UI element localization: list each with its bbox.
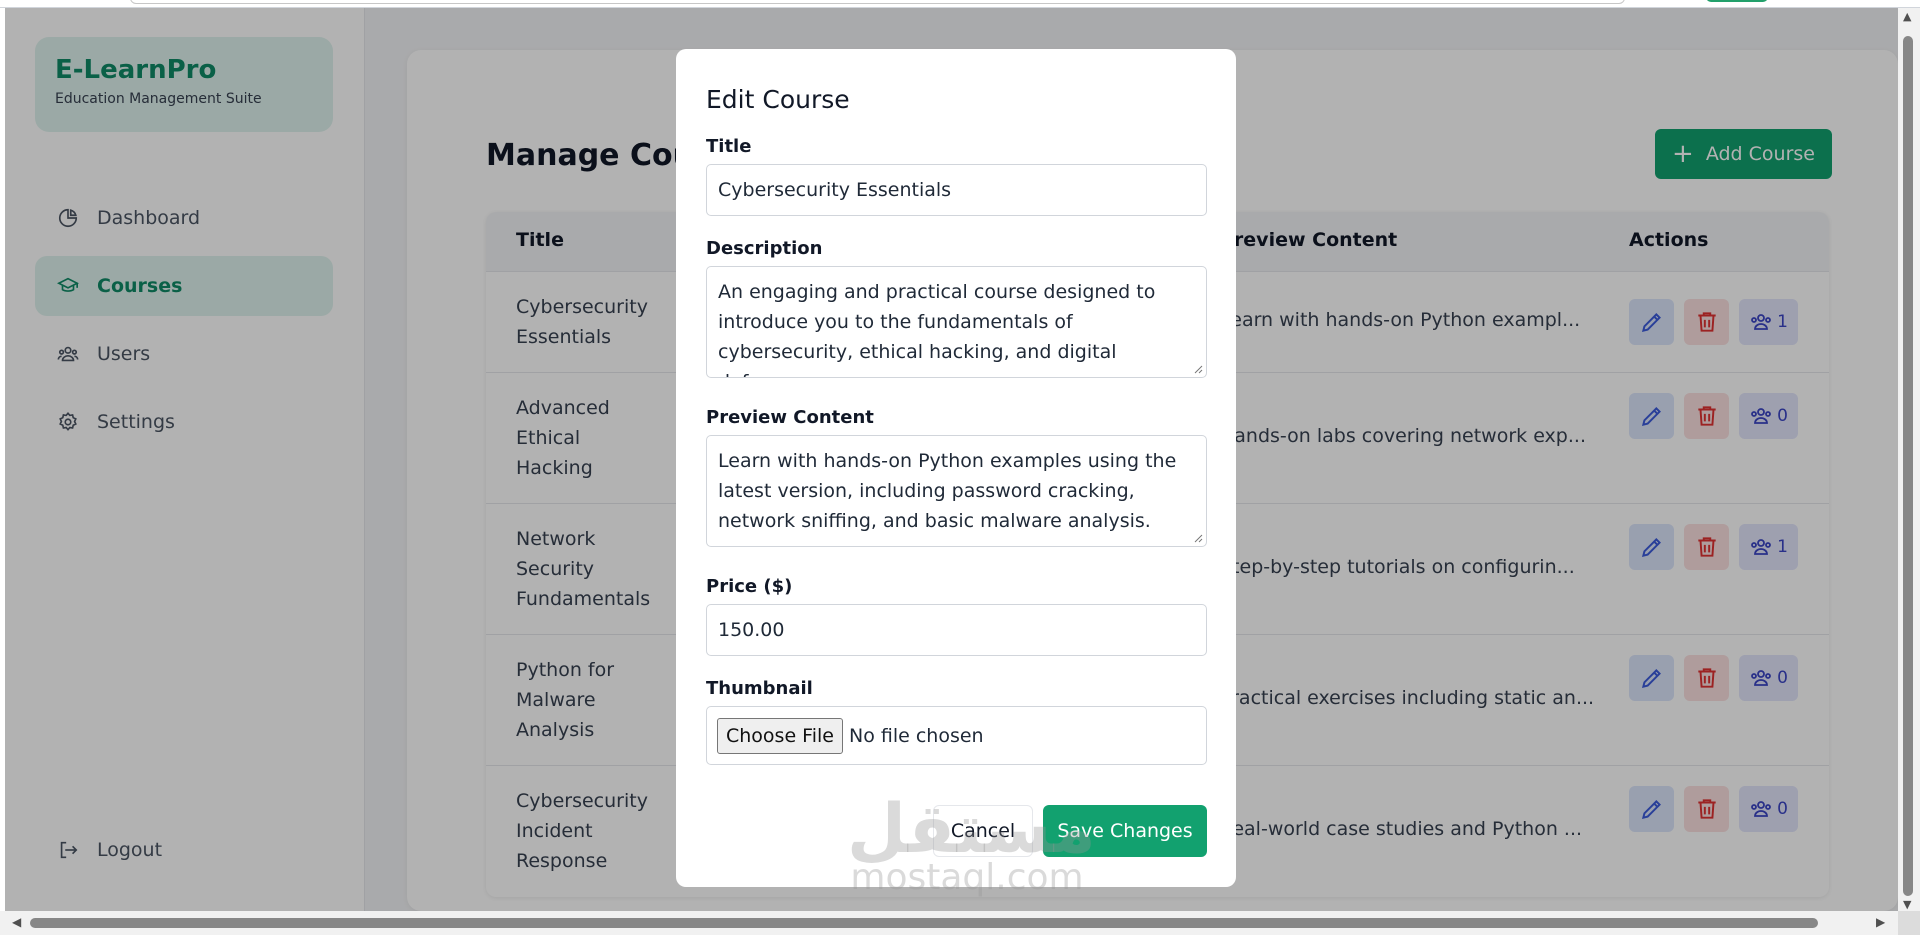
choose-file-button[interactable]: Choose File: [717, 717, 843, 754]
cancel-button[interactable]: Cancel: [933, 805, 1033, 857]
vertical-scrollbar[interactable]: ▲ ▼: [1898, 8, 1920, 911]
modal-title: Edit Course: [706, 85, 850, 114]
app-window: E-LearnPro Education Management Suite Da…: [5, 8, 1898, 911]
scroll-up-icon[interactable]: ▲: [1903, 10, 1911, 23]
price-input-value: 150.00: [718, 619, 785, 641]
title-input-value: Cybersecurity Essentials: [718, 179, 952, 201]
scroll-right-icon[interactable]: ▶: [1876, 915, 1885, 929]
scroll-down-icon[interactable]: ▼: [1903, 898, 1911, 911]
price-input[interactable]: 150.00: [706, 604, 1207, 656]
description-textarea[interactable]: An engaging and practical course designe…: [706, 266, 1207, 378]
preview-textarea[interactable]: Learn with hands-on Python examples usin…: [706, 435, 1207, 547]
resize-handle-icon[interactable]: [1193, 533, 1203, 543]
title-input[interactable]: Cybersecurity Essentials: [706, 164, 1207, 216]
thumbnail-file-input: Choose File No file chosen: [706, 706, 1207, 765]
browser-top-strip: [0, 0, 1920, 8]
file-status: No file chosen: [848, 724, 984, 747]
scroll-left-icon[interactable]: ◀: [12, 915, 21, 929]
horizontal-scroll-thumb[interactable]: [30, 918, 1818, 928]
scrollbar-corner: [1898, 911, 1920, 935]
resize-handle-icon[interactable]: [1193, 364, 1203, 374]
price-label: Price ($): [706, 576, 793, 597]
description-label: Description: [706, 238, 823, 259]
edit-course-modal: Edit Course Title Cybersecurity Essentia…: [676, 49, 1236, 887]
preview-label: Preview Content: [706, 407, 874, 428]
horizontal-scrollbar[interactable]: ◀ ▶: [0, 911, 1898, 935]
description-value: An engaging and practical course designe…: [718, 281, 1156, 377]
address-bar-edge[interactable]: [130, 0, 1625, 4]
title-label: Title: [706, 136, 752, 157]
thumbnail-label: Thumbnail: [706, 678, 813, 699]
vertical-scroll-thumb[interactable]: [1903, 36, 1913, 896]
save-changes-button[interactable]: Save Changes: [1043, 805, 1207, 857]
browser-button-edge[interactable]: [1706, 0, 1768, 2]
preview-value: Learn with hands-on Python examples usin…: [718, 450, 1177, 532]
